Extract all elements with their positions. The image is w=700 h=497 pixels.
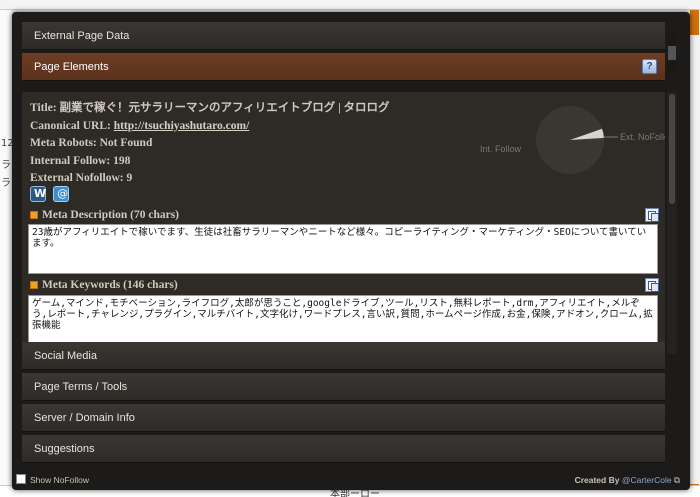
platform-icons bbox=[30, 186, 71, 205]
section-header-social-media[interactable]: Social Media bbox=[22, 342, 665, 370]
top-scrollbar[interactable] bbox=[667, 34, 677, 74]
credit-text: Created By @CarterCole ⧉ bbox=[574, 475, 680, 485]
section-header-suggestions[interactable]: Suggestions bbox=[22, 435, 665, 463]
section-header-label: Page Elements bbox=[34, 61, 109, 73]
bird-icon[interactable] bbox=[53, 186, 70, 202]
rss-icon bbox=[30, 281, 38, 290]
section-header-server-domain-info[interactable]: Server / Domain Info bbox=[22, 404, 665, 432]
background-fragment: ラ bbox=[1, 178, 11, 189]
copy-icon[interactable] bbox=[645, 278, 659, 292]
wordpress-icon[interactable] bbox=[30, 186, 46, 202]
title-value: 副業で稼ぐ！元サラリーマンのアフィリエイトブログ | タロログ bbox=[59, 102, 390, 114]
meta-description-textarea[interactable]: 23歳がアフィリエイトで稼いでます、生徒は社畜サラリーマンやニートなど様々。コピ… bbox=[28, 224, 658, 274]
background-page-left: 12 ラ ラ bbox=[0, 10, 14, 497]
page-info: Title: 副業で稼ぐ！元サラリーマンのアフィリエイトブログ | タロログ C… bbox=[30, 100, 390, 188]
show-nofollow-checkbox[interactable] bbox=[16, 474, 26, 484]
rss-icon bbox=[30, 211, 38, 220]
help-icon[interactable]: ? bbox=[642, 59, 657, 74]
link-pie-chart: Int. Follow Ext. NoFollo bbox=[452, 104, 665, 184]
seo-extension-panel: External Page Data Page Elements ? Title… bbox=[12, 12, 690, 490]
copy-icon[interactable] bbox=[645, 208, 659, 222]
external-nofollow-row: External Nofollow: 9 bbox=[30, 172, 133, 184]
section-header-external-page-data[interactable]: External Page Data bbox=[22, 22, 665, 50]
background-fragment: ラ bbox=[1, 160, 11, 171]
section-header-page-terms-tools[interactable]: Page Terms / Tools bbox=[22, 373, 665, 401]
meta-keywords-textarea[interactable]: ゲーム,マインド,モチベーション,ライフログ,太郎が思うこと,googleドライ… bbox=[28, 295, 658, 345]
section-header-page-elements[interactable]: Page Elements ? bbox=[22, 53, 665, 81]
robots-row: Meta Robots: Not Found bbox=[30, 137, 153, 149]
author-link[interactable]: @CarterCole bbox=[622, 475, 672, 485]
canonical-link[interactable]: http://tsuchiyashutaro.com/ bbox=[114, 120, 250, 132]
title-row: Title: 副業で稼ぐ！元サラリーマンのアフィリエイトブログ | タロログ bbox=[30, 102, 390, 114]
page-elements-scrollbar[interactable] bbox=[667, 92, 677, 354]
internal-follow-row: Internal Follow: 198 bbox=[30, 154, 131, 167]
show-nofollow-label: Show NoFollow bbox=[30, 475, 90, 485]
meta-keywords-title: Meta Keywords (146 chars) bbox=[30, 279, 178, 291]
panel-footer: Show NoFollow Created By @CarterCole ⧉ bbox=[12, 467, 690, 490]
canonical-row: Canonical URL: http://tsuchiyashutaro.co… bbox=[30, 119, 250, 132]
meta-description-title: Meta Description (70 chars) bbox=[30, 209, 179, 221]
page-elements-body: Title: 副業で稼ぐ！元サラリーマンのアフィリエイトブログ | タロログ C… bbox=[22, 92, 665, 352]
pie-label-ext-nofollow: Ext. NoFollo bbox=[620, 132, 665, 142]
browser-top-strip bbox=[0, 0, 700, 10]
